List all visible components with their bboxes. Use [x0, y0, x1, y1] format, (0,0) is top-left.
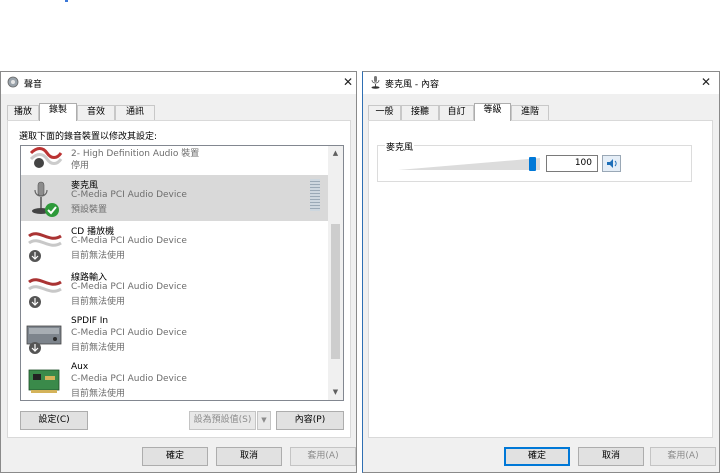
device-row-microphone[interactable]: 麥克風 C-Media PCI Audio Device 預設裝置 [21, 175, 328, 221]
level-meter [310, 179, 320, 211]
level-value: 100 [574, 158, 592, 168]
device-driver: C-Media PCI Audio Device [71, 374, 187, 384]
tab-label: 接聽 [410, 107, 429, 117]
ok-label: 確定 [527, 451, 546, 461]
cancel-button[interactable]: 取消 [216, 447, 282, 466]
slider-thumb[interactable] [529, 157, 536, 171]
tab-custom[interactable]: 自訂 [439, 105, 474, 120]
tab-sounds[interactable]: 音效 [77, 105, 115, 120]
device-status: 預設裝置 [71, 205, 108, 215]
device-row-aux[interactable]: Aux C-Media PCI Audio Device 目前無法使用 [21, 359, 328, 400]
device-row-line-in[interactable]: 線路輸入 C-Media PCI Audio Device 目前無法使用 [21, 267, 328, 313]
tab-playback[interactable]: 播放 [7, 105, 39, 120]
device-name: Aux [71, 362, 89, 372]
mic-properties-window: 麥克風 - 內容 ✕ 一般 接聽 自訂 等級 進階 麥克風 100 確定 取消 … [362, 71, 720, 473]
device-row-hd-audio[interactable]: 2- High Definition Audio 裝置 停用 [21, 146, 328, 174]
properties-button[interactable]: 內容(P) [276, 411, 344, 430]
device-list[interactable]: 2- High Definition Audio 裝置 停用 麥克風 C-Med… [20, 145, 344, 401]
device-row-cd-player[interactable]: CD 播放機 C-Media PCI Audio Device 目前無法使用 [21, 221, 328, 267]
set-default-dropdown: ▼ [257, 411, 271, 430]
close-icon[interactable]: ✕ [341, 75, 355, 89]
tab-listen[interactable]: 接聽 [401, 105, 439, 120]
scroll-down-icon[interactable]: ▼ [328, 385, 343, 400]
microphone-icon [25, 146, 65, 171]
properties-label: 內容(P) [294, 415, 326, 425]
tab-strip: 一般 接聽 自訂 等級 進階 [368, 103, 708, 121]
recording-panel: 選取下面的錄音裝置以修改其設定: 2- High Definition Audi… [7, 120, 351, 438]
tab-label: 一般 [375, 107, 394, 117]
close-icon[interactable]: ✕ [699, 75, 713, 89]
device-status: 目前無法使用 [71, 251, 126, 261]
apply-label: 套用(A) [307, 451, 339, 461]
device-row-spdif-in[interactable]: SPDIF In C-Media PCI Audio Device 目前無法使用 [21, 313, 328, 359]
device-driver: C-Media PCI Audio Device [71, 236, 187, 246]
spdif-device-icon [25, 318, 65, 356]
device-name: SPDIF In [71, 316, 109, 326]
device-status: 目前無法使用 [71, 297, 126, 307]
device-driver: C-Media PCI Audio Device [71, 282, 187, 292]
cd-audio-cable-icon [25, 226, 65, 264]
tab-label: 自訂 [447, 107, 466, 117]
ok-label: 確定 [165, 451, 184, 461]
mute-button[interactable] [602, 155, 621, 172]
tab-communications[interactable]: 通訊 [115, 105, 155, 120]
level-value-field[interactable]: 100 [546, 155, 598, 172]
device-driver: C-Media PCI Audio Device [71, 190, 187, 200]
device-driver: C-Media PCI Audio Device [71, 328, 187, 338]
ok-button[interactable]: 確定 [142, 447, 208, 466]
tab-recording[interactable]: 錄製 [39, 103, 77, 121]
speaker-icon [7, 76, 19, 91]
cancel-button[interactable]: 取消 [578, 447, 644, 466]
apply-button: 套用(A) [650, 447, 716, 466]
tab-label: 等級 [483, 105, 502, 115]
scroll-thumb[interactable] [331, 224, 340, 359]
sound-card-icon [25, 364, 65, 400]
instruction-text: 選取下面的錄音裝置以修改其設定: [19, 132, 158, 142]
cancel-label: 取消 [239, 451, 258, 461]
device-status: 停用 [71, 161, 90, 171]
configure-button[interactable]: 設定(C) [20, 411, 88, 430]
scroll-up-icon[interactable]: ▲ [328, 146, 343, 161]
background-accent [65, 0, 68, 2]
tab-label: 進階 [520, 107, 539, 117]
tab-levels[interactable]: 等級 [474, 103, 511, 121]
microphone-icon [369, 76, 381, 92]
speaker-icon [607, 159, 617, 168]
tab-label: 音效 [86, 107, 105, 117]
microphone-icon [25, 180, 65, 218]
tab-strip: 播放 錄製 音效 通訊 [7, 103, 347, 121]
tab-label: 通訊 [125, 107, 144, 117]
slider-track [398, 158, 540, 170]
volume-slider[interactable] [398, 157, 540, 171]
ok-button[interactable]: 確定 [504, 447, 570, 466]
level-label: 麥克風 [385, 140, 415, 153]
sound-window: 聲音 ✕ 播放 錄製 音效 通訊 選取下面的錄音裝置以修改其設定: 2- Hig… [0, 71, 357, 473]
tab-general[interactable]: 一般 [368, 105, 401, 120]
device-status: 目前無法使用 [71, 389, 126, 399]
set-default-button: 設為預設值(S) [189, 411, 256, 430]
levels-panel: 麥克風 100 [368, 120, 713, 438]
set-default-label: 設為預設值(S) [193, 415, 252, 425]
device-list-scrollbar[interactable]: ▲ ▼ [328, 146, 343, 400]
mic-window-titlebar[interactable]: 麥克風 - 內容 ✕ [363, 72, 719, 94]
apply-button: 套用(A) [290, 447, 356, 466]
device-driver: 2- High Definition Audio 裝置 [71, 149, 200, 159]
level-group: 麥克風 100 [377, 140, 692, 182]
sound-window-titlebar[interactable]: 聲音 ✕ [1, 72, 356, 94]
device-status: 目前無法使用 [71, 343, 126, 353]
tab-advanced[interactable]: 進階 [511, 105, 549, 120]
apply-label: 套用(A) [667, 451, 699, 461]
window-title: 聲音 [24, 80, 43, 90]
chevron-down-icon: ▼ [261, 416, 267, 424]
configure-label: 設定(C) [38, 415, 70, 425]
line-in-cable-icon [25, 272, 65, 310]
tab-label: 錄製 [48, 105, 67, 115]
cancel-label: 取消 [601, 451, 620, 461]
tab-label: 播放 [13, 107, 32, 117]
window-title: 麥克風 - 內容 [385, 80, 439, 90]
